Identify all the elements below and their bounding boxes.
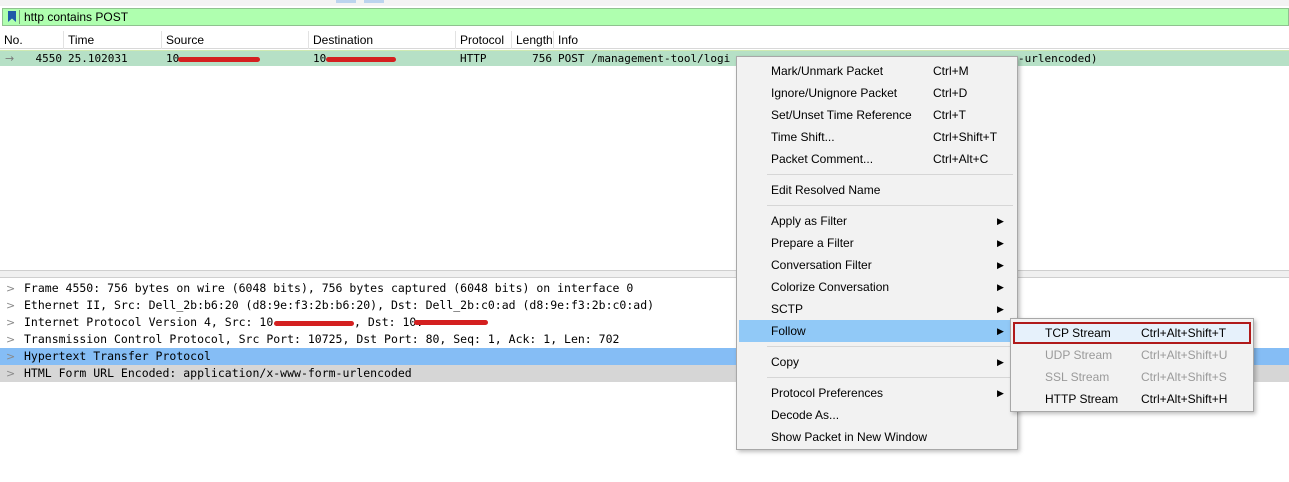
bookmark-icon (8, 11, 16, 22)
redaction-scribble (414, 320, 488, 325)
expand-arrow-icon[interactable]: > (6, 331, 16, 348)
display-filter-bar (2, 8, 1289, 26)
menu-item-packet-comment[interactable]: Packet Comment... Ctrl+Alt+C (739, 148, 1015, 170)
column-header-time[interactable]: Time (64, 31, 162, 49)
column-header-length[interactable]: Length (512, 31, 554, 49)
packet-number: 4550 (35, 52, 63, 65)
submenu-arrow-icon: ▶ (997, 260, 1004, 270)
menu-item-time-shift[interactable]: Time Shift... Ctrl+Shift+T (739, 126, 1015, 148)
menu-item-colorize-conversation[interactable]: Colorize Conversation ▶ (739, 276, 1015, 298)
expand-arrow-icon[interactable]: > (6, 280, 16, 297)
column-header-no[interactable]: No. (0, 31, 64, 49)
submenu-arrow-icon: ▶ (997, 238, 1004, 248)
expand-arrow-icon[interactable]: > (6, 348, 16, 365)
menu-item-copy[interactable]: Copy ▶ (739, 351, 1015, 373)
packet-row-selected[interactable]: → 4550 25.102031 10. 10. HTTP 756 POST /… (0, 50, 1289, 66)
submenu-arrow-icon: ▶ (997, 326, 1004, 336)
packet-length: 756 (532, 52, 552, 65)
toolbar-strip (0, 0, 1289, 6)
redaction-scribble (274, 321, 354, 326)
redaction-scribble (326, 57, 396, 62)
submenu-arrow-icon: ▶ (997, 282, 1004, 292)
menu-separator (767, 346, 1013, 347)
packet-info-tail: -urlencoded) (1018, 52, 1098, 65)
menu-item-mark-packet[interactable]: Mark/Unmark Packet Ctrl+M (739, 60, 1015, 82)
menu-item-decode-as[interactable]: Decode As... (739, 404, 1015, 426)
submenu-arrow-icon: ▶ (997, 388, 1004, 398)
display-filter-input[interactable] (24, 9, 1284, 25)
redaction-scribble (178, 57, 260, 62)
packet-list-header: No. Time Source Destination Protocol Len… (0, 31, 1289, 49)
submenu-arrow-icon: ▶ (997, 304, 1004, 314)
toolbar-button-edge[interactable] (364, 0, 384, 3)
detail-row-ethernet[interactable]: > Ethernet II, Src: Dell_2b:b6:20 (d8:9e… (0, 297, 1289, 314)
menu-separator (767, 205, 1013, 206)
detail-row-frame[interactable]: > Frame 4550: 756 bytes on wire (6048 bi… (0, 280, 1289, 297)
submenu-item-http-stream[interactable]: HTTP Stream Ctrl+Alt+Shift+H (1013, 388, 1251, 410)
column-header-protocol[interactable]: Protocol (456, 31, 512, 49)
menu-item-sctp[interactable]: SCTP ▶ (739, 298, 1015, 320)
column-header-destination[interactable]: Destination (309, 31, 456, 49)
packet-protocol: HTTP (460, 52, 487, 65)
expand-arrow-icon[interactable]: > (6, 297, 16, 314)
menu-item-time-reference[interactable]: Set/Unset Time Reference Ctrl+T (739, 104, 1015, 126)
menu-item-follow[interactable]: Follow ▶ (739, 320, 1015, 342)
request-arrow-icon: → (5, 52, 15, 65)
submenu-arrow-icon: ▶ (997, 216, 1004, 226)
menu-item-show-packet-new-window[interactable]: Show Packet in New Window (739, 426, 1015, 448)
submenu-item-udp-stream[interactable]: UDP Stream Ctrl+Alt+Shift+U (1013, 344, 1251, 366)
filter-bookmark-button[interactable] (5, 10, 20, 24)
submenu-item-ssl-stream[interactable]: SSL Stream Ctrl+Alt+Shift+S (1013, 366, 1251, 388)
column-header-source[interactable]: Source (162, 31, 309, 49)
menu-item-edit-resolved-name[interactable]: Edit Resolved Name (739, 179, 1015, 201)
follow-submenu: TCP Stream Ctrl+Alt+Shift+T UDP Stream C… (1010, 318, 1254, 412)
submenu-arrow-icon: ▶ (997, 357, 1004, 367)
menu-item-ignore-packet[interactable]: Ignore/Unignore Packet Ctrl+D (739, 82, 1015, 104)
packet-time: 25.102031 (68, 52, 128, 65)
menu-item-protocol-preferences[interactable]: Protocol Preferences ▶ (739, 382, 1015, 404)
menu-separator (767, 174, 1013, 175)
column-header-info[interactable]: Info (554, 31, 1289, 49)
menu-item-prepare-a-filter[interactable]: Prepare a Filter ▶ (739, 232, 1015, 254)
submenu-item-tcp-stream[interactable]: TCP Stream Ctrl+Alt+Shift+T (1013, 322, 1251, 344)
toolbar-button-edge[interactable] (336, 0, 356, 3)
pane-splitter[interactable] (0, 270, 1289, 278)
expand-arrow-icon[interactable]: > (6, 365, 16, 382)
expand-arrow-icon[interactable]: > (6, 314, 16, 331)
menu-item-apply-as-filter[interactable]: Apply as Filter ▶ (739, 210, 1015, 232)
packet-context-menu: Mark/Unmark Packet Ctrl+M Ignore/Unignor… (736, 56, 1018, 450)
menu-item-conversation-filter[interactable]: Conversation Filter ▶ (739, 254, 1015, 276)
packet-info: POST /management-tool/logi (558, 52, 731, 65)
menu-separator (767, 377, 1013, 378)
